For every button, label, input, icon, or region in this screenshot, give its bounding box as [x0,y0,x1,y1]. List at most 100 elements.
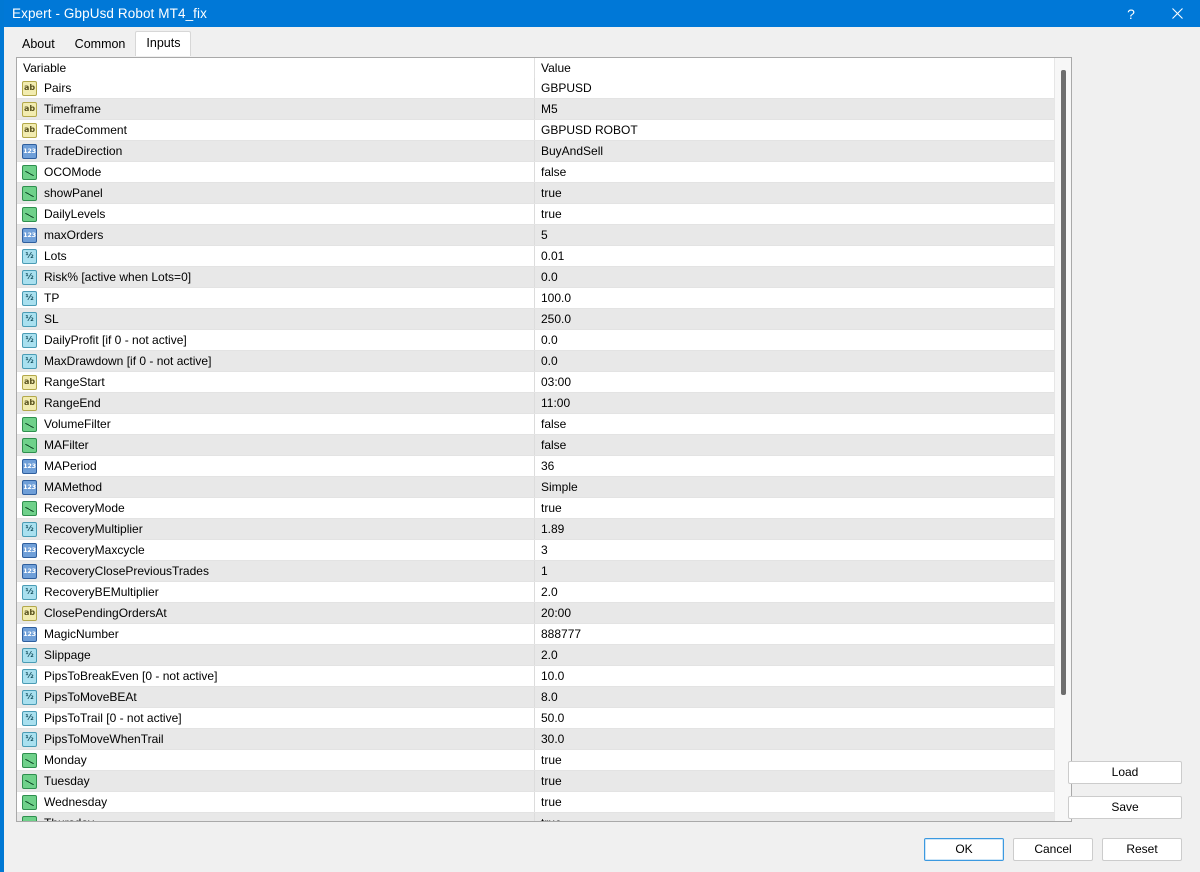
table-row[interactable]: ½ PipsToMoveBEAt 8.0 [17,687,1071,708]
value-cell[interactable]: 888777 [535,624,1071,644]
reset-button[interactable]: Reset [1102,837,1182,861]
value-cell[interactable]: 30.0 [535,729,1071,749]
variable-cell[interactable]: Tuesday [17,771,535,791]
value-cell[interactable]: 8.0 [535,687,1071,707]
value-cell[interactable]: BuyAndSell [535,141,1071,161]
variable-cell[interactable]: ½ PipsToMoveBEAt [17,687,535,707]
table-row[interactable]: ab RangeStart 03:00 [17,372,1071,393]
variable-cell[interactable]: 123 MAPeriod [17,456,535,476]
tab-about[interactable]: About [12,33,65,55]
variable-cell[interactable]: ½ DailyProfit [if 0 - not active] [17,330,535,350]
table-row[interactable]: ½ PipsToTrail [0 - not active] 50.0 [17,708,1071,729]
table-row[interactable]: ab TradeComment GBPUSD ROBOT [17,120,1071,141]
variable-cell[interactable]: MAFilter [17,435,535,455]
value-cell[interactable]: 250.0 [535,309,1071,329]
variable-cell[interactable]: ½ RecoveryMultiplier [17,519,535,539]
variable-cell[interactable]: RecoveryMode [17,498,535,518]
variable-cell[interactable]: 123 TradeDirection [17,141,535,161]
column-header-variable[interactable]: Variable [17,58,535,78]
value-cell[interactable]: 03:00 [535,372,1071,392]
variable-cell[interactable]: Monday [17,750,535,770]
table-row[interactable]: ½ TP 100.0 [17,288,1071,309]
value-cell[interactable]: 50.0 [535,708,1071,728]
value-cell[interactable]: true [535,204,1071,224]
tab-inputs[interactable]: Inputs [135,31,192,56]
value-cell[interactable]: GBPUSD [535,78,1071,98]
table-row[interactable]: ab RangeEnd 11:00 [17,393,1071,414]
value-cell[interactable]: 5 [535,225,1071,245]
value-cell[interactable]: Simple [535,477,1071,497]
variable-cell[interactable]: ½ SL [17,309,535,329]
table-row[interactable]: ½ Slippage 2.0 [17,645,1071,666]
variable-cell[interactable]: 123 RecoveryMaxcycle [17,540,535,560]
table-row[interactable]: ½ MaxDrawdown [if 0 - not active] 0.0 [17,351,1071,372]
scrollbar-thumb[interactable] [1061,70,1066,695]
variable-cell[interactable]: Thursday [17,813,535,821]
value-cell[interactable]: false [535,162,1071,182]
value-cell[interactable]: 0.0 [535,351,1071,371]
value-cell[interactable]: false [535,435,1071,455]
table-row[interactable]: ½ PipsToBreakEven [0 - not active] 10.0 [17,666,1071,687]
variable-cell[interactable]: ab TradeComment [17,120,535,140]
variable-cell[interactable]: ½ PipsToTrail [0 - not active] [17,708,535,728]
cancel-button[interactable]: Cancel [1013,837,1093,861]
value-cell[interactable]: 2.0 [535,645,1071,665]
value-cell[interactable]: 10.0 [535,666,1071,686]
variable-cell[interactable]: 123 MAMethod [17,477,535,497]
variable-cell[interactable]: ½ Slippage [17,645,535,665]
table-row[interactable]: MAFilter false [17,435,1071,456]
variable-cell[interactable]: ½ PipsToBreakEven [0 - not active] [17,666,535,686]
column-header-value[interactable]: Value [535,58,1071,78]
table-row[interactable]: ½ RecoveryMultiplier 1.89 [17,519,1071,540]
value-cell[interactable]: 0.0 [535,267,1071,287]
table-row[interactable]: showPanel true [17,183,1071,204]
table-row[interactable]: ½ PipsToMoveWhenTrail 30.0 [17,729,1071,750]
value-cell[interactable]: 0.01 [535,246,1071,266]
table-row[interactable]: ½ Lots 0.01 [17,246,1071,267]
variable-cell[interactable]: ab Timeframe [17,99,535,119]
table-row[interactable]: Wednesday true [17,792,1071,813]
value-cell[interactable]: 11:00 [535,393,1071,413]
table-row[interactable]: 123 RecoveryMaxcycle 3 [17,540,1071,561]
value-cell[interactable]: true [535,498,1071,518]
variable-cell[interactable]: DailyLevels [17,204,535,224]
table-row[interactable]: 123 MAPeriod 36 [17,456,1071,477]
value-cell[interactable]: true [535,183,1071,203]
grid-vertical-scrollbar[interactable] [1054,58,1071,821]
variable-cell[interactable]: ab RangeStart [17,372,535,392]
save-button[interactable]: Save [1068,796,1182,819]
variable-cell[interactable]: ½ MaxDrawdown [if 0 - not active] [17,351,535,371]
table-row[interactable]: 123 RecoveryClosePreviousTrades 1 [17,561,1071,582]
variable-cell[interactable]: OCOMode [17,162,535,182]
table-row[interactable]: 123 MagicNumber 888777 [17,624,1071,645]
value-cell[interactable]: 0.0 [535,330,1071,350]
table-row[interactable]: RecoveryMode true [17,498,1071,519]
value-cell[interactable]: 1.89 [535,519,1071,539]
table-row[interactable]: OCOMode false [17,162,1071,183]
variable-cell[interactable]: ab RangeEnd [17,393,535,413]
value-cell[interactable]: 1 [535,561,1071,581]
load-button[interactable]: Load [1068,761,1182,784]
variable-cell[interactable]: ½ TP [17,288,535,308]
value-cell[interactable]: false [535,414,1071,434]
value-cell[interactable]: true [535,750,1071,770]
value-cell[interactable]: 100.0 [535,288,1071,308]
table-row[interactable]: Thursday true [17,813,1071,821]
table-row[interactable]: VolumeFilter false [17,414,1071,435]
table-row[interactable]: ½ RecoveryBEMultiplier 2.0 [17,582,1071,603]
table-row[interactable]: ½ Risk% [active when Lots=0] 0.0 [17,267,1071,288]
value-cell[interactable]: true [535,771,1071,791]
value-cell[interactable]: M5 [535,99,1071,119]
variable-cell[interactable]: ½ RecoveryBEMultiplier [17,582,535,602]
value-cell[interactable]: 36 [535,456,1071,476]
variable-cell[interactable]: 123 maxOrders [17,225,535,245]
variable-cell[interactable]: 123 RecoveryClosePreviousTrades [17,561,535,581]
value-cell[interactable]: true [535,792,1071,812]
value-cell[interactable]: 2.0 [535,582,1071,602]
table-row[interactable]: Monday true [17,750,1071,771]
tab-common[interactable]: Common [65,33,136,55]
variable-cell[interactable]: ½ PipsToMoveWhenTrail [17,729,535,749]
variable-cell[interactable]: VolumeFilter [17,414,535,434]
variable-cell[interactable]: ab Pairs [17,78,535,98]
table-row[interactable]: ½ DailyProfit [if 0 - not active] 0.0 [17,330,1071,351]
